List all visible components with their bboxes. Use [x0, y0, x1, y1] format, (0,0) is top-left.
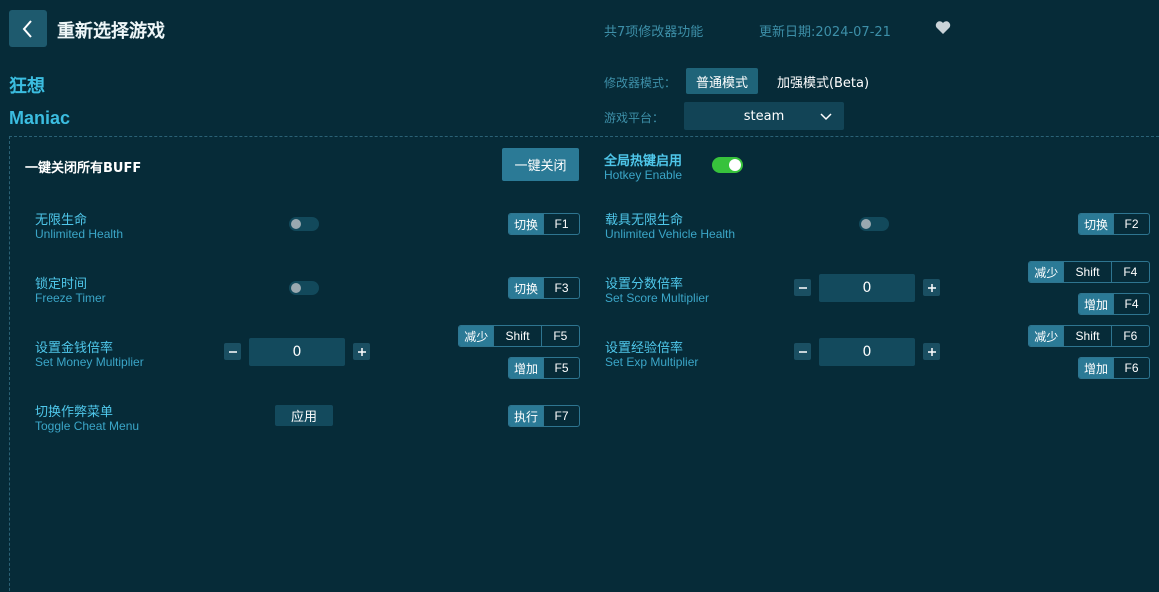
- money-multiplier-input[interactable]: 0: [249, 338, 345, 366]
- page-title: 重新选择游戏: [57, 21, 165, 42]
- close-all-button[interactable]: 一键关闭: [502, 148, 579, 181]
- unlimited-health-label-cn: 无限生命: [35, 213, 88, 228]
- score-multiplier-decrease-hotkey[interactable]: 减少 Shift F4: [1028, 261, 1150, 283]
- hotkey-action: 切换: [509, 278, 544, 298]
- plus-icon: [927, 283, 936, 292]
- score-multiplier-decrement[interactable]: [794, 279, 811, 296]
- money-multiplier-decrease-hotkey[interactable]: 减少 Shift F5: [458, 325, 580, 347]
- exp-multiplier-decrement[interactable]: [794, 343, 811, 360]
- hotkey-action: 增加: [1079, 358, 1114, 378]
- favorite-button[interactable]: [935, 20, 951, 39]
- update-date: 更新日期:2024-07-21: [759, 25, 891, 40]
- chevron-down-icon: [820, 113, 832, 121]
- freeze-timer-toggle[interactable]: [289, 281, 319, 295]
- score-multiplier-label-cn: 设置分数倍率: [605, 277, 684, 292]
- hotkey-modifier: Shift: [1063, 262, 1110, 282]
- hotkey-action: 切换: [509, 214, 544, 234]
- exp-multiplier-decrease-hotkey[interactable]: 减少 Shift F6: [1028, 325, 1150, 347]
- chevron-left-icon: [22, 19, 32, 38]
- hotkey-key: F6: [1113, 358, 1149, 378]
- platform-value: steam: [743, 108, 785, 124]
- score-multiplier-increase-hotkey[interactable]: 增加 F4: [1078, 293, 1150, 315]
- hotkey-key: F5: [540, 326, 579, 346]
- platform-label: 游戏平台：: [604, 111, 665, 125]
- hotkey-action: 减少: [1029, 262, 1064, 282]
- game-name-cn: 狂想: [9, 76, 45, 97]
- plus-icon: [927, 347, 936, 356]
- money-multiplier-label-en: Set Money Multiplier: [35, 355, 144, 369]
- hotkey-action: 增加: [1079, 294, 1114, 314]
- money-multiplier-increase-hotkey[interactable]: 增加 F5: [508, 357, 580, 379]
- hotkey-key: F6: [1110, 326, 1149, 346]
- freeze-timer-label-en: Freeze Timer: [35, 291, 106, 305]
- cheat-menu-hotkey[interactable]: 执行 F7: [508, 405, 580, 427]
- exp-multiplier-label-cn: 设置经验倍率: [605, 341, 684, 356]
- cheat-menu-apply-button[interactable]: 应用: [275, 405, 333, 426]
- enhanced-mode-button[interactable]: 加强模式(Beta): [768, 68, 878, 94]
- hotkey-key: F3: [543, 278, 579, 298]
- feature-count: 共7项修改器功能: [604, 25, 704, 40]
- back-button[interactable]: [9, 10, 47, 47]
- hotkey-action: 减少: [1029, 326, 1064, 346]
- hotkey-enable-label-en: Hotkey Enable: [604, 168, 683, 182]
- exp-multiplier-label-en: Set Exp Multiplier: [605, 355, 699, 369]
- unlimited-health-label-en: Unlimited Health: [35, 227, 124, 241]
- unlimited-health-toggle[interactable]: [289, 217, 319, 231]
- cheat-menu-label-cn: 切换作弊菜单: [35, 405, 114, 420]
- plus-icon: [357, 347, 366, 356]
- hotkey-action: 执行: [509, 406, 544, 426]
- hotkey-key: F7: [543, 406, 579, 426]
- money-multiplier-increment[interactable]: [353, 343, 370, 360]
- normal-mode-button[interactable]: 普通模式: [686, 68, 758, 94]
- score-multiplier-label-en: Set Score Multiplier: [605, 291, 710, 305]
- hotkey-enable-toggle[interactable]: [712, 157, 743, 173]
- platform-select[interactable]: steam: [684, 102, 844, 130]
- money-multiplier-decrement[interactable]: [224, 343, 241, 360]
- features-panel: [9, 136, 1159, 592]
- hotkey-modifier: Shift: [493, 326, 540, 346]
- vehicle-health-label-cn: 载具无限生命: [605, 213, 684, 228]
- hotkey-modifier: Shift: [1063, 326, 1110, 346]
- score-multiplier-input[interactable]: 0: [819, 274, 915, 302]
- heart-icon: [935, 21, 951, 34]
- minus-icon: [228, 350, 237, 353]
- freeze-timer-hotkey[interactable]: 切换 F3: [508, 277, 580, 299]
- money-multiplier-label-cn: 设置金钱倍率: [35, 341, 114, 356]
- hotkey-action: 减少: [459, 326, 494, 346]
- game-name-en: Maniac: [9, 108, 71, 128]
- hotkey-key: F4: [1113, 294, 1149, 314]
- vehicle-health-label-en: Unlimited Vehicle Health: [605, 227, 736, 241]
- hotkey-key: F5: [543, 358, 579, 378]
- hotkey-key: F4: [1110, 262, 1149, 282]
- hotkey-action: 增加: [509, 358, 544, 378]
- score-multiplier-increment[interactable]: [923, 279, 940, 296]
- minus-icon: [798, 350, 807, 353]
- hotkey-key: F2: [1113, 214, 1149, 234]
- exp-multiplier-input[interactable]: 0: [819, 338, 915, 366]
- vehicle-health-toggle[interactable]: [859, 217, 889, 231]
- mode-label: 修改器模式：: [604, 76, 677, 90]
- vehicle-health-hotkey[interactable]: 切换 F2: [1078, 213, 1150, 235]
- cheat-menu-label-en: Toggle Cheat Menu: [35, 419, 140, 433]
- close-all-label: 一键关闭所有BUFF: [25, 161, 142, 176]
- minus-icon: [798, 286, 807, 289]
- freeze-timer-label-cn: 锁定时间: [35, 277, 88, 292]
- hotkey-enable-label-cn: 全局热键启用: [604, 154, 683, 169]
- hotkey-action: 切换: [1079, 214, 1114, 234]
- exp-multiplier-increase-hotkey[interactable]: 增加 F6: [1078, 357, 1150, 379]
- hotkey-key: F1: [543, 214, 579, 234]
- unlimited-health-hotkey[interactable]: 切换 F1: [508, 213, 580, 235]
- exp-multiplier-increment[interactable]: [923, 343, 940, 360]
